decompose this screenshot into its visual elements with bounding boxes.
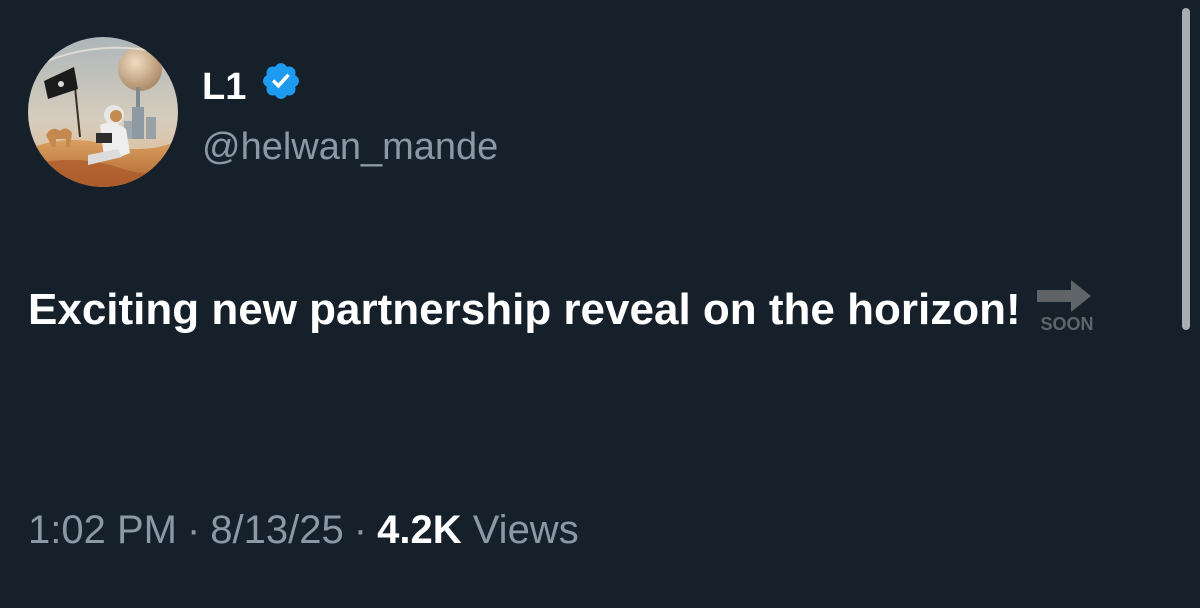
avatar[interactable] [28, 37, 178, 187]
scrollbar[interactable] [1182, 8, 1190, 330]
tweet-text: Exciting new partnership reveal on the h… [28, 276, 1138, 344]
soon-label: SOON [1040, 314, 1093, 332]
meta-separator: · [186, 508, 201, 552]
tweet-date[interactable]: 8/13/25 [210, 508, 343, 552]
views-count: 4.2K [377, 508, 462, 552]
verified-badge-icon[interactable] [260, 60, 302, 102]
tweet-meta: 1:02 PM · 8/13/25 · 4.2K Views [28, 506, 579, 554]
views-label: Views [472, 508, 579, 552]
tweet-detail: L1 @helwan_mande Exciting new partnershi… [0, 0, 1200, 608]
meta-separator: · [353, 508, 368, 552]
author-handle[interactable]: @helwan_mande [202, 124, 498, 170]
soon-arrow-icon: SOON [1036, 280, 1093, 332]
author-display-name[interactable]: L1 [202, 64, 246, 110]
astronaut-desert-avatar-icon [28, 37, 178, 187]
tweet-time[interactable]: 1:02 PM [28, 508, 177, 552]
tweet-text-content: Exciting new partnership reveal on the h… [28, 285, 1021, 334]
